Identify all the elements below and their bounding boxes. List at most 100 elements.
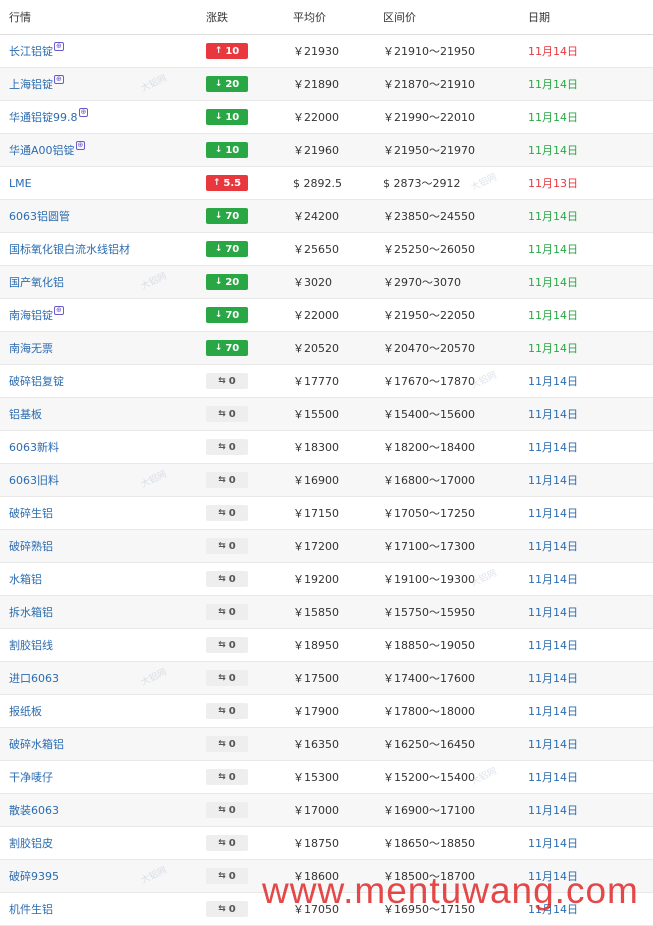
flat-icon: ⇆ <box>218 376 226 386</box>
flat-icon: ⇆ <box>218 640 226 650</box>
table-row: 拆水箱铝 ⇆ 0 ￥15850 ￥15750～15950 11月14日 <box>0 596 653 629</box>
price-range: ￥17050～17250 <box>383 507 475 520</box>
commodity-name-link[interactable]: 国标氧化银白流水线铝材 <box>9 233 130 265</box>
watermark-logo: 大铝网 <box>139 469 169 491</box>
commodity-name-link[interactable]: 破碎铝复锭 <box>9 365 64 397</box>
change-cell: ⇆ 0 <box>206 629 248 661</box>
commodity-name: 报纸板 <box>9 705 42 718</box>
commodity-name-link[interactable]: 南海铝锭 ⊕ <box>9 299 64 331</box>
header-name[interactable]: 行情 <box>9 0 31 34</box>
commodity-name-link[interactable]: 破碎生铝 <box>9 497 53 529</box>
change-badge: ⇆ 0 <box>206 373 248 389</box>
table-row: 国标氧化银白流水线铝材 ↓ 70 ￥25650 ￥25250～26050 11月14日 <box>0 233 653 266</box>
date: 11月14日 <box>528 606 578 619</box>
date: 11月14日 <box>528 738 578 751</box>
commodity-name: LME <box>9 176 32 190</box>
commodity-name-link[interactable]: 拆水箱铝 <box>9 596 53 628</box>
commodity-name-link[interactable]: 铝基板 <box>9 398 42 430</box>
change-cell: ⇆ 0 <box>206 761 248 793</box>
commodity-name-link[interactable]: 机件生铝 <box>9 893 53 925</box>
price-range: ￥17670～17870 <box>383 375 475 388</box>
header-change[interactable]: 涨跌 <box>206 0 228 34</box>
change-value: 10 <box>225 45 240 57</box>
avg-price: ￥15300 <box>293 771 339 784</box>
commodity-name-link[interactable]: 6063旧料 <box>9 464 59 496</box>
arrow-down-icon: ↓ <box>214 145 223 155</box>
commodity-name-link[interactable]: 6063新料 <box>9 431 59 463</box>
avg-price: ￥17000 <box>293 804 339 817</box>
change-cell: ⇆ 0 <box>206 596 248 628</box>
commodity-name: 南海铝锭 <box>9 309 53 322</box>
commodity-name-link[interactable]: 上海铝锭 ⊕ <box>9 68 64 100</box>
commodity-name-link[interactable]: 华通A00铝锭 ⊕ <box>9 134 86 166</box>
change-value: 70 <box>225 309 240 321</box>
change-badge: ⇆ 0 <box>206 439 248 455</box>
commodity-name: 干净唛仔 <box>9 771 53 784</box>
flat-icon: ⇆ <box>218 772 226 782</box>
date: 11月14日 <box>528 441 578 454</box>
table-row: 破碎熟铝 ⇆ 0 ￥17200 ￥17100～17300 11月14日 <box>0 530 653 563</box>
date: 11月14日 <box>528 375 578 388</box>
price-range: ￥16250～16450 <box>383 738 475 751</box>
change-badge: ⇆ 0 <box>206 802 248 818</box>
price-range: ￥18200～18400 <box>383 441 475 454</box>
header-date[interactable]: 日期 <box>528 0 550 34</box>
watermark-logo: 大铝网 <box>139 73 169 95</box>
commodity-name-link[interactable]: 破碎熟铝 <box>9 530 53 562</box>
table-row: 南海无票 ↓ 70 ￥20520 ￥20470～20570 11月14日 <box>0 332 653 365</box>
change-cell: ↓ 20 <box>206 266 248 298</box>
date: 11月14日 <box>528 45 578 58</box>
commodity-name: 破碎生铝 <box>9 507 53 520</box>
commodity-name-link[interactable]: 国产氧化铝 <box>9 266 64 298</box>
change-value: 10 <box>225 111 240 123</box>
avg-price: ￥18300 <box>293 441 339 454</box>
change-cell: ⇆ 0 <box>206 695 248 727</box>
commodity-name-link[interactable]: 干净唛仔 <box>9 761 53 793</box>
avg-price: ￥19200 <box>293 573 339 586</box>
date: 11月14日 <box>528 672 578 685</box>
date: 11月14日 <box>528 276 578 289</box>
change-badge: ⇆ 0 <box>206 472 248 488</box>
arrow-up-icon: ↑ <box>214 46 223 56</box>
flat-icon: ⇆ <box>218 475 226 485</box>
price-range: ￥23850～24550 <box>383 210 475 223</box>
arrow-down-icon: ↓ <box>214 79 223 89</box>
commodity-name: 华通A00铝锭 <box>9 144 75 157</box>
change-cell: ⇆ 0 <box>206 431 248 463</box>
commodity-name-link[interactable]: LME <box>9 167 32 199</box>
price-range: ￥21990～22010 <box>383 111 475 124</box>
change-value: 70 <box>225 210 240 222</box>
commodity-name-link[interactable]: 破碎9395 <box>9 860 59 892</box>
commodity-name-link[interactable]: 进口6063 <box>9 662 59 694</box>
commodity-name-link[interactable]: 割胶铝线 <box>9 629 53 661</box>
commodity-name-link[interactable]: 6063铝圆管 <box>9 200 70 232</box>
price-range: ￥21870～21910 <box>383 78 475 91</box>
verified-icon: ⊕ <box>75 140 86 150</box>
commodity-name-link[interactable]: 华通铝锭99.8 ⊕ <box>9 101 89 133</box>
commodity-name: 长江铝锭 <box>9 45 53 58</box>
commodity-name-link[interactable]: 南海无票 <box>9 332 53 364</box>
verified-icon: ⊕ <box>54 41 64 51</box>
table-body: 长江铝锭 ⊕ ↑ 10 ￥21930 ￥21910～21950 11月14日 上海铝锭 ⊕ ↓ 20… <box>0 35 653 926</box>
commodity-name-link[interactable]: 散装6063 <box>9 794 59 826</box>
commodity-name-link[interactable]: 报纸板 <box>9 695 42 727</box>
change-value: 0 <box>228 408 236 420</box>
commodity-name-link[interactable]: 破碎水箱铝 <box>9 728 64 760</box>
avg-price: ￥21890 <box>293 78 339 91</box>
table-row: 干净唛仔 ⇆ 0 ￥15300 ￥15200～15400 11月14日 大铝网 <box>0 761 653 794</box>
change-cell: ↓ 70 <box>206 332 248 364</box>
header-range[interactable]: 区间价 <box>383 0 416 34</box>
table-row: 进口6063 ⇆ 0 ￥17500 ￥17400～17600 11月14日 大铝网 <box>0 662 653 695</box>
arrow-down-icon: ↓ <box>214 343 223 353</box>
change-badge: ⇆ 0 <box>206 604 248 620</box>
change-value: 20 <box>225 276 240 288</box>
commodity-name-link[interactable]: 水箱铝 <box>9 563 42 595</box>
change-cell: ⇆ 0 <box>206 728 248 760</box>
commodity-name-link[interactable]: 长江铝锭 ⊕ <box>9 35 64 67</box>
header-avg[interactable]: 平均价 <box>293 0 326 34</box>
avg-price: ￥17150 <box>293 507 339 520</box>
change-cell: ↓ 70 <box>206 200 248 232</box>
table-row: 长江铝锭 ⊕ ↑ 10 ￥21930 ￥21910～21950 11月14日 <box>0 35 653 68</box>
table-row: 华通铝锭99.8 ⊕ ↓ 10 ￥22000 ￥21990～22010 11月14日 <box>0 101 653 134</box>
commodity-name-link[interactable]: 割胶铝皮 <box>9 827 53 859</box>
